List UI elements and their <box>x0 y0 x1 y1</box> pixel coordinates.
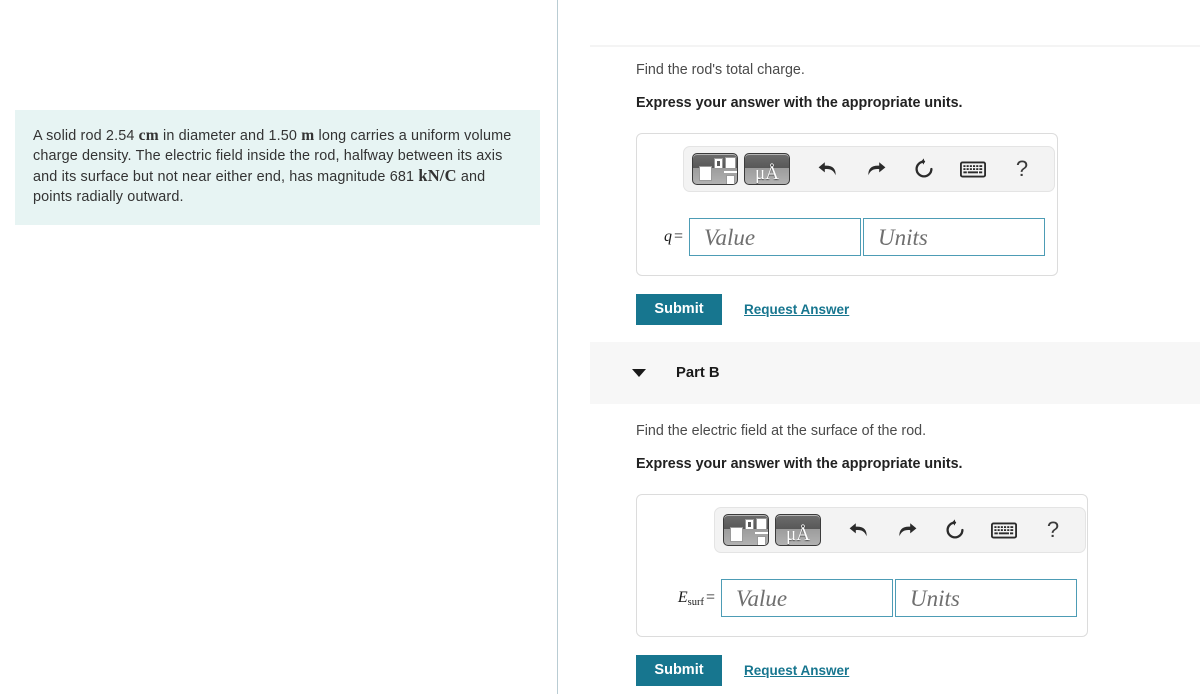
part-b-variable-subscript: surf <box>687 597 704 608</box>
part-a-variable-symbol: q <box>663 228 672 245</box>
keyboard-icon[interactable] <box>958 154 988 184</box>
math-template-icon[interactable] <box>692 153 738 185</box>
part-b-prompt: Find the electric field at the surface o… <box>636 423 927 439</box>
part-a-units-input[interactable]: Units <box>863 218 1045 256</box>
part-b-value-placeholder: Value <box>736 585 788 611</box>
units-micro-angstrom-icon[interactable]: μÅ <box>744 153 790 185</box>
part-b-title: Part B <box>676 365 720 381</box>
template-shape-numerator <box>756 518 767 530</box>
part-b-answer-box: μÅ ? Esurf = Value Units <box>636 494 1088 637</box>
template-shape-left <box>730 527 743 542</box>
part-b-math-toolbar: μÅ ? <box>714 507 1086 553</box>
part-a-units-placeholder: Units <box>878 224 928 250</box>
problem-pane: A solid rod 2.54 cm in diameter and 1.50… <box>0 0 557 694</box>
help-icon[interactable]: ? <box>1038 515 1068 545</box>
help-icon[interactable]: ? <box>1007 154 1037 184</box>
template-shape-small <box>714 158 723 169</box>
part-a-variable-label: q = <box>649 228 689 246</box>
units-glyph-label: μÅ <box>755 163 779 184</box>
part-b-body: Find the electric field at the surface o… <box>636 421 1088 686</box>
part-b-units-placeholder: Units <box>910 585 960 611</box>
chevron-down-icon[interactable] <box>632 369 646 377</box>
reset-icon[interactable] <box>940 515 970 545</box>
part-b-instruction: Express your answer with the appropriate… <box>636 456 963 472</box>
template-shape-bar <box>755 532 768 534</box>
part-a-equals-sign: = <box>673 228 683 245</box>
part-b-submit-button[interactable]: Submit <box>636 655 722 686</box>
part-a-value-placeholder: Value <box>704 224 756 250</box>
part-b-equals-sign: = <box>705 589 715 606</box>
units-glyph-label: μÅ <box>786 524 810 545</box>
template-shape-numerator <box>725 157 736 169</box>
reset-icon[interactable] <box>909 154 939 184</box>
units-micro-angstrom-icon[interactable]: μÅ <box>775 514 821 546</box>
part-a-body: Find the rod's total charge. Express you… <box>636 60 1058 325</box>
problem-statement-text: A solid rod 2.54 cm in diameter and 1.50… <box>33 126 526 207</box>
problem-unit-knc: kN/C <box>418 166 457 185</box>
template-shape-denominator <box>726 175 735 184</box>
problem-seg-0: A solid rod 2.54 <box>33 128 139 144</box>
part-b-submit-row: Submit Request Answer <box>636 655 1088 686</box>
part-b-header[interactable]: Part B <box>590 342 1200 404</box>
problem-unit-m: m <box>301 127 315 144</box>
template-shape-left <box>699 166 712 181</box>
part-b-request-answer-link[interactable]: Request Answer <box>744 663 849 678</box>
part-a-submit-row: Submit Request Answer <box>636 294 1058 325</box>
template-shape-bar <box>724 171 737 173</box>
part-a-submit-button[interactable]: Submit <box>636 294 722 325</box>
part-a-request-answer-link[interactable]: Request Answer <box>744 302 849 317</box>
part-a-answer-box: μÅ ? q = Value Units <box>636 133 1058 276</box>
part-b-variable-label: Esurf = <box>649 589 721 608</box>
problem-seg-2: in diameter and 1.50 <box>158 128 302 144</box>
help-question-mark: ? <box>1015 156 1029 181</box>
part-a-math-toolbar: μÅ ? <box>683 146 1055 192</box>
problem-statement-box: A solid rod 2.54 cm in diameter and 1.50… <box>15 110 540 225</box>
redo-icon[interactable] <box>861 154 891 184</box>
part-a-input-row: q = Value Units <box>649 218 1045 256</box>
top-separator-rule <box>590 45 1200 47</box>
keyboard-icon[interactable] <box>989 515 1019 545</box>
part-b-input-row: Esurf = Value Units <box>649 579 1077 617</box>
help-question-mark: ? <box>1046 517 1060 542</box>
part-b-units-input[interactable]: Units <box>895 579 1077 617</box>
part-a-value-input[interactable]: Value <box>689 218 861 256</box>
redo-icon[interactable] <box>892 515 922 545</box>
part-b-value-input[interactable]: Value <box>721 579 893 617</box>
undo-icon[interactable] <box>813 154 843 184</box>
problem-unit-cm: cm <box>138 127 159 144</box>
part-a-instruction: Express your answer with the appropriate… <box>636 95 963 111</box>
template-shape-small <box>745 519 754 530</box>
part-b-variable-symbol: E <box>677 589 688 606</box>
part-a-prompt: Find the rod's total charge. <box>636 62 805 78</box>
undo-icon[interactable] <box>844 515 874 545</box>
template-shape-denominator <box>757 536 766 545</box>
page-root: A solid rod 2.54 cm in diameter and 1.50… <box>0 0 1200 694</box>
math-template-icon[interactable] <box>723 514 769 546</box>
answer-pane: Find the rod's total charge. Express you… <box>558 0 1200 694</box>
